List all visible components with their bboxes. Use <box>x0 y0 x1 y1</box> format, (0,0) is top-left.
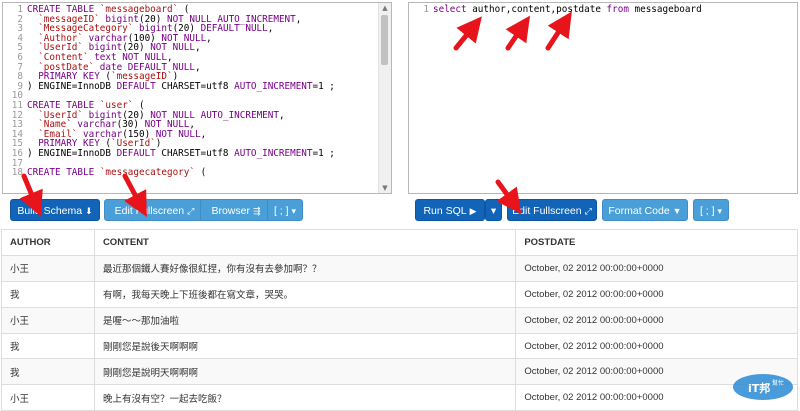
delimiter-label: [ ; ] <box>273 205 289 217</box>
browser-label: Browser <box>211 205 250 217</box>
table-cell: October, 02 2012 00:00:00+0000 <box>515 306 798 334</box>
table-cell: 我 <box>1 280 95 308</box>
table-cell: 我 <box>1 332 95 360</box>
line-number: 18 <box>11 167 23 179</box>
schema-editor[interactable]: 1 2 3 4 5 6 7 8 9 10 11 12 13 14 15 16 17 18 CREATE TABLE… <box>2 2 392 194</box>
table-cell: 小王 <box>1 306 95 334</box>
schema-code-area[interactable]: 1 2 3 4 5 6 7 8 9 10 11 12 13 14 15 16 17 18 CREATE TABLE… <box>3 3 379 193</box>
tree-icon: ⇶ <box>252 206 261 216</box>
table-cell: October, 02 2012 00:00:00+0000 <box>515 280 798 308</box>
schema-scrollbar[interactable]: ▲ ▼ <box>378 3 391 193</box>
table-cell: October, 02 2012 00:00:00+0000 <box>515 332 798 360</box>
sql-edit-fullscreen-button[interactable]: Edit Fullscreen ⤢ <box>507 199 597 221</box>
table-row: 我有啊，我每天晚上下班後都在寫文章，哭哭。 October, 02 2012 00… <box>1 280 798 308</box>
filter-icon: ▼ <box>672 206 682 216</box>
sql-code-area[interactable]: 1 select author,content,postdate from me… <box>409 3 785 193</box>
sql-delimiter-label: [ ; ] <box>699 205 715 217</box>
scroll-down-icon[interactable]: ▼ <box>379 183 391 193</box>
build-schema-button[interactable]: Build Schema ⬇ <box>10 199 100 221</box>
caret-down-icon: ▾ <box>490 205 497 217</box>
code-line[interactable]: ) ENGINE=InnoDB DEFAULT CHARSET=utf8 AUT… <box>27 149 335 159</box>
build-schema-label: Build Schema <box>17 205 83 217</box>
schema-code-lines[interactable]: CREATE TABLE `messageboard` ( `messageID… <box>27 5 335 178</box>
expand-icon: ⤢ <box>187 206 195 216</box>
format-code-label: Format Code <box>608 205 670 217</box>
schema-line-numbers: 1 2 3 4 5 6 7 8 9 10 11 12 13 14 15 16 17 18 <box>3 5 23 178</box>
results-header-row: AUTHOR CONTENT POSTDATE <box>1 229 798 256</box>
scroll-thumb[interactable] <box>381 15 388 65</box>
schema-delimiter-button[interactable]: [ ; ] ▾ <box>267 199 303 221</box>
column-header: AUTHOR <box>1 229 95 256</box>
watermark-text: 幫忙 <box>772 379 784 387</box>
run-sql-label: Run SQL <box>423 205 467 217</box>
table-cell: 晚上有沒有空？一起去吃飯？ <box>93 384 517 411</box>
code-line[interactable]: ) ENGINE=InnoDB DEFAULT CHARSET=utf8 AUT… <box>27 81 335 92</box>
table-cell: October, 02 2012 00:00:00+0000 <box>515 254 798 282</box>
run-sql-dropdown[interactable]: ▾ <box>485 199 502 221</box>
column-header: POSTDATE <box>515 229 798 256</box>
table-cell: 最近那個鐵人賽好像很紅捏，你有沒有去參加啊？？ <box>93 254 517 282</box>
table-cell: 小王 <box>1 254 95 282</box>
table-cell: 小王 <box>1 384 95 411</box>
watermark-text: iT邦 <box>748 381 770 395</box>
table-cell: 剛剛您是說後天啊啊啊 <box>93 332 517 360</box>
sql-editor[interactable]: 1 select author,content,postdate from me… <box>408 2 798 194</box>
caret-down-icon: ▾ <box>291 206 297 216</box>
table-row: 小王 是喔～～那加油啦 October, 02 2012 00:00:00+0000 <box>1 306 798 334</box>
sql-delimiter-button[interactable]: [ ; ] ▾ <box>693 199 729 221</box>
edit-fullscreen-button[interactable]: Edit Fullscreen ⤢ <box>104 199 205 221</box>
table-row: 小王 最近那個鐵人賽好像很紅捏，你有沒有去參加啊？？ October, 02 201… <box>1 254 798 282</box>
table-cell: 是喔～～那加油啦 <box>93 306 517 334</box>
table-cell: 剛剛您是說明天啊啊啊 <box>93 358 517 386</box>
caret-down-icon: ▾ <box>717 206 723 216</box>
results-table: AUTHOR CONTENT POSTDATE 小王 最近那個鐵人賽好像很紅捏，你… <box>1 229 798 411</box>
code-line[interactable]: CREATE TABLE `messagecategory` ( <box>27 168 335 178</box>
sql-line-numbers: 1 <box>423 4 429 15</box>
sql-edit-fullscreen-label: Edit Fullscreen <box>512 205 582 217</box>
run-sql-button[interactable]: Run SQL ▶ <box>415 199 485 221</box>
format-code-button[interactable]: Format Code ▼ <box>602 199 688 221</box>
play-icon: ▶ <box>469 206 477 216</box>
column-header: CONTENT <box>93 229 517 256</box>
scroll-up-icon[interactable]: ▲ <box>379 3 391 13</box>
table-cell: 我 <box>1 358 95 386</box>
edit-fullscreen-label: Edit Fullscreen <box>114 205 185 217</box>
table-row: 小王 晚上有沒有空？一起去吃飯？ October, 02 2012 00:00:00… <box>1 384 798 411</box>
expand-icon: ⤢ <box>584 206 592 216</box>
browser-button[interactable]: Browser ⇶ <box>200 199 272 221</box>
table-row: 我剛剛您是說明天啊啊啊 October, 02 2012 00:00:00+000… <box>1 358 798 386</box>
ithome-watermark-logo: iT邦 幫忙 <box>733 374 793 400</box>
sql-query-line[interactable]: select author,content,postdate from mess… <box>433 5 702 15</box>
table-row: 我剛剛您是說後天啊啊啊 October, 02 2012 00:00:00+000… <box>1 332 798 360</box>
table-cell: 有啊，我每天晚上下班後都在寫文章，哭哭。 <box>93 280 517 308</box>
download-icon: ⬇ <box>85 206 93 216</box>
